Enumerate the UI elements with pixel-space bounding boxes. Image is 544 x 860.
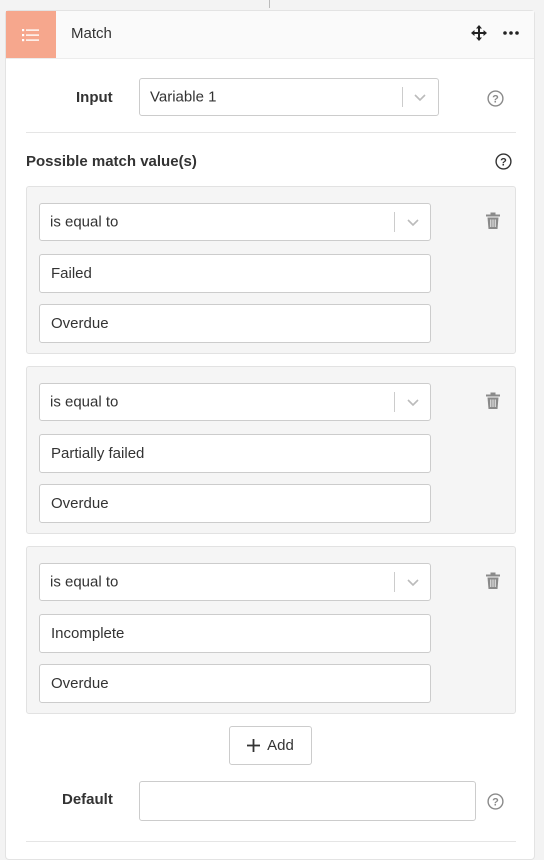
input-select-value: Variable 1 [150,88,217,106]
help-icon[interactable]: ? [487,90,504,107]
match-value-input[interactable]: Overdue [39,484,431,523]
operator-select[interactable]: is equal to [39,563,431,601]
select-separator [394,392,395,412]
help-icon[interactable]: ? [487,793,504,810]
match-value-input[interactable]: Incomplete [39,614,431,653]
chevron-down-icon [407,219,419,227]
match-node-card: Match Input Variable 1 ? Possible match … [5,10,535,860]
match-value-input[interactable]: Overdue [39,304,431,343]
operator-select-value: is equal to [50,393,119,411]
node-title: Match [71,25,112,42]
trash-icon[interactable] [485,572,501,590]
trash-icon[interactable] [485,392,501,410]
help-icon[interactable]: ? [495,153,512,170]
chevron-down-icon [414,94,426,102]
match-value-input[interactable]: Partially failed [39,434,431,473]
match-value-input[interactable]: Overdue [39,664,431,703]
default-input[interactable] [139,781,476,821]
section-divider [26,132,516,133]
list-icon [6,11,56,58]
chevron-down-icon [407,399,419,407]
chevron-down-icon [407,579,419,587]
select-separator [402,87,403,107]
operator-select[interactable]: is equal to [39,203,431,241]
possible-values-label: Possible match value(s) [26,153,197,170]
connector-line [269,0,270,8]
svg-text:?: ? [492,797,499,809]
operator-select-value: is equal to [50,213,119,231]
section-divider [26,841,516,842]
select-separator [394,212,395,232]
default-label: Default [62,791,113,808]
svg-text:?: ? [492,94,499,106]
svg-text:?: ? [500,157,507,169]
more-icon[interactable] [502,24,520,42]
operator-select[interactable]: is equal to [39,383,431,421]
match-group: is equal to Partially failed Overdue [26,366,516,534]
input-label: Input [76,89,113,106]
card-header: Match [6,11,534,59]
move-icon[interactable] [470,24,488,42]
input-select[interactable]: Variable 1 [139,78,439,116]
match-value-input[interactable]: Failed [39,254,431,293]
match-group: is equal to Failed Overdue [26,186,516,354]
add-button-label: Add [267,737,294,754]
select-separator [394,572,395,592]
operator-select-value: is equal to [50,573,119,591]
match-group: is equal to Incomplete Overdue [26,546,516,714]
add-button[interactable]: Add [229,726,312,765]
trash-icon[interactable] [485,212,501,230]
plus-icon [247,739,261,752]
